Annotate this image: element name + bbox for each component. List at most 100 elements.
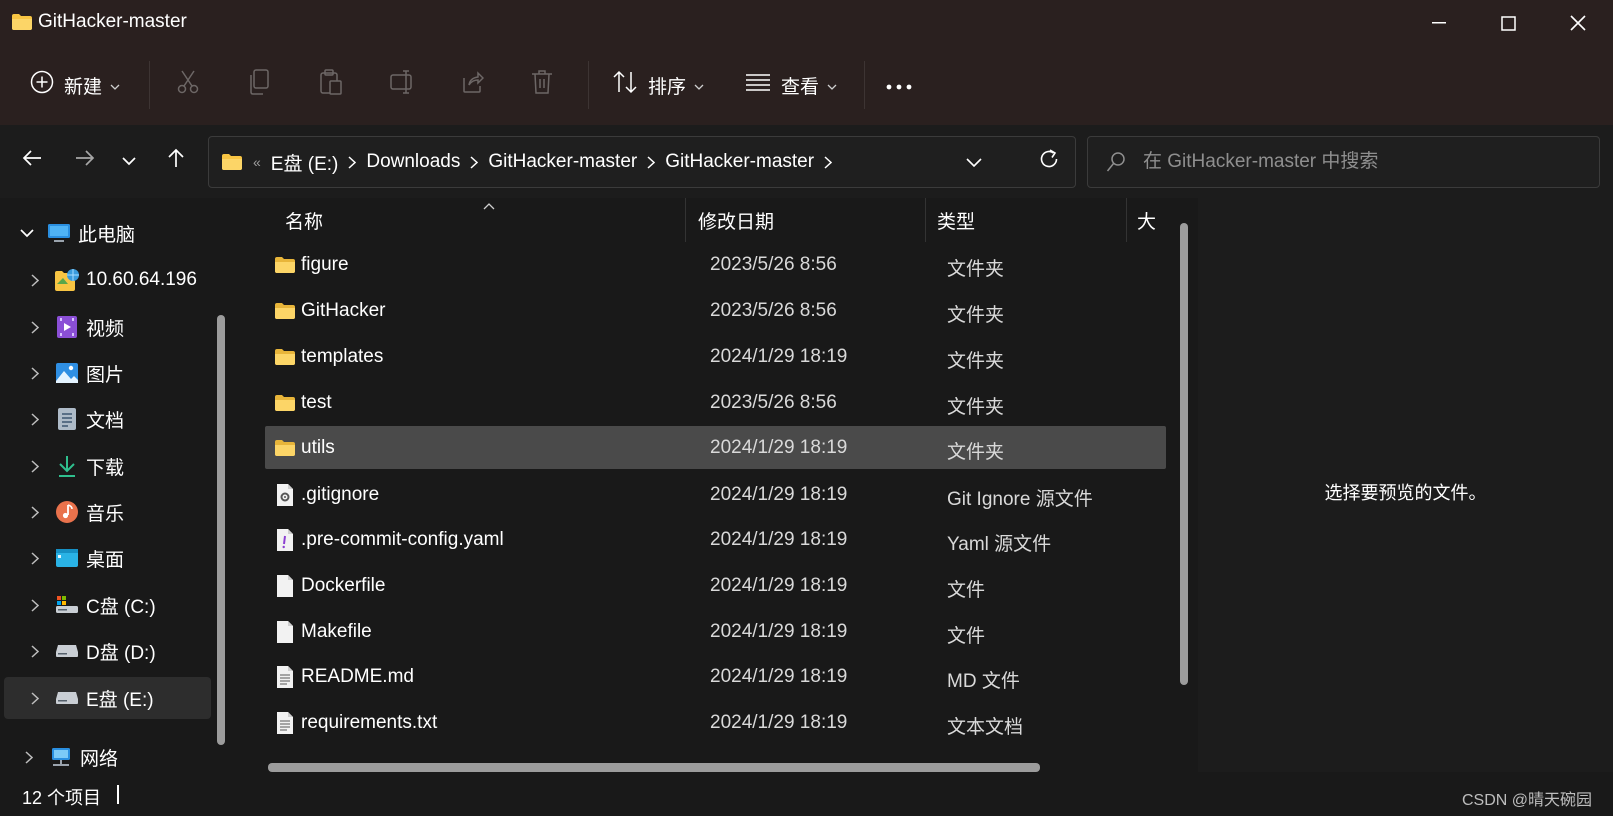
breadcrumb-item[interactable]: E盘 (E:) (271, 149, 339, 176)
nav-item-label: 文档 (86, 410, 125, 432)
nav-pane-scrollbar[interactable] (217, 315, 225, 745)
chevron-right-icon[interactable] (824, 155, 833, 169)
address-history-dropdown[interactable] (954, 137, 994, 187)
share-button[interactable] (460, 55, 485, 115)
file-type: 文件夹 (947, 305, 1005, 326)
file-list-vertical-scrollbar[interactable] (1180, 223, 1188, 685)
chevron-right-icon[interactable] (470, 155, 479, 169)
chevron-right-icon[interactable] (348, 155, 357, 169)
breadcrumb-item[interactable]: GitHacker-master (488, 151, 637, 173)
nav-item-drive-e[interactable]: E盘 (E:) (4, 677, 211, 719)
delete-button[interactable] (531, 55, 553, 115)
close-button[interactable] (1548, 6, 1608, 40)
refresh-button[interactable] (1027, 137, 1071, 187)
file-icon (274, 574, 296, 598)
breadcrumb-overflow[interactable]: « (253, 154, 261, 170)
chevron-right-icon[interactable] (22, 551, 48, 565)
file-row[interactable]: .pre-commit-config.yaml 2024/1/29 18:19 … (265, 518, 1166, 561)
nav-item-this-pc[interactable]: 此电脑 (4, 212, 211, 254)
drive-d-icon (54, 638, 80, 664)
chevron-down-icon[interactable] (14, 228, 40, 238)
nav-item-videos[interactable]: 视频 (4, 306, 211, 348)
sort-button[interactable]: 排序 (612, 55, 704, 115)
text-file-icon (274, 711, 296, 735)
toolbar-divider (864, 61, 865, 109)
column-divider[interactable] (925, 198, 926, 242)
chevron-right-icon[interactable] (647, 155, 656, 169)
rename-button[interactable] (390, 55, 416, 115)
nav-item-documents[interactable]: 文档 (4, 398, 211, 440)
chevron-right-icon[interactable] (22, 412, 48, 426)
chevron-right-icon[interactable] (16, 750, 42, 764)
file-type: 文件 (947, 626, 986, 647)
file-row[interactable]: requirements.txt 2024/1/29 18:19 文本文档 (265, 701, 1166, 744)
more-options-button[interactable] (886, 55, 912, 115)
view-button[interactable]: 查看 (745, 55, 837, 115)
minimize-button[interactable] (1409, 6, 1469, 40)
file-row-selected[interactable]: utils 2024/1/29 18:19 文件夹 (265, 426, 1166, 469)
nav-item-label: 网络 (80, 748, 119, 770)
chevron-right-icon[interactable] (22, 691, 48, 705)
view-label: 查看 (781, 76, 820, 98)
file-row[interactable]: templates 2024/1/29 18:19 文件夹 (265, 335, 1166, 378)
nav-item-music[interactable]: 音乐 (4, 491, 211, 533)
network-icon (48, 744, 74, 770)
nav-item-downloads[interactable]: 下载 (4, 445, 211, 487)
nav-item-desktop[interactable]: 桌面 (4, 537, 211, 579)
breadcrumb-item[interactable]: Downloads (366, 151, 460, 173)
recent-locations-button[interactable] (111, 143, 147, 179)
file-list-horizontal-scrollbar[interactable] (268, 763, 1040, 772)
cut-button[interactable] (176, 55, 200, 115)
back-button[interactable] (14, 143, 50, 179)
search-input[interactable] (1143, 147, 1583, 177)
file-date: 2023/5/26 8:56 (710, 392, 837, 413)
nav-item-label: 此电脑 (78, 224, 136, 246)
up-button[interactable] (158, 143, 194, 179)
nav-item-network-location[interactable]: 10.60.64.196 (4, 259, 211, 301)
column-header-row: 名称 修改日期 类型 大 (240, 198, 1176, 242)
file-row[interactable]: .gitignore 2024/1/29 18:19 Git Ignore 源文… (265, 473, 1166, 516)
chevron-down-icon (827, 74, 837, 96)
file-row[interactable]: README.md 2024/1/29 18:19 MD 文件 (265, 655, 1166, 698)
file-row[interactable]: GitHacker 2023/5/26 8:56 文件夹 (265, 289, 1166, 332)
copy-button[interactable] (248, 55, 270, 115)
file-row[interactable]: figure 2023/5/26 8:56 文件夹 (265, 243, 1166, 286)
address-bar[interactable]: « E盘 (E:) Downloads GitHacker-master Git… (208, 136, 1076, 188)
file-date: 2024/1/29 18:19 (710, 484, 848, 505)
file-name: .gitignore (301, 484, 380, 505)
column-header-name[interactable]: 名称 (285, 198, 725, 242)
file-row[interactable]: Dockerfile 2024/1/29 18:19 文件 (265, 564, 1166, 607)
chevron-right-icon[interactable] (22, 320, 48, 334)
file-row[interactable]: test 2023/5/26 8:56 文件夹 (265, 381, 1166, 424)
forward-button[interactable] (67, 143, 103, 179)
nav-item-pictures[interactable]: 图片 (4, 352, 211, 394)
new-button[interactable]: 新建 (30, 55, 120, 115)
search-box[interactable] (1087, 136, 1600, 188)
column-header-type[interactable]: 类型 (937, 198, 1117, 242)
column-divider[interactable] (1126, 198, 1127, 242)
chevron-right-icon[interactable] (22, 366, 48, 380)
file-row[interactable]: Makefile 2024/1/29 18:19 文件 (265, 610, 1166, 653)
rename-icon (390, 70, 416, 100)
nav-item-drive-d[interactable]: D盘 (D:) (4, 630, 211, 672)
chevron-right-icon[interactable] (22, 273, 48, 287)
chevron-right-icon[interactable] (22, 598, 48, 612)
chevron-right-icon[interactable] (22, 644, 48, 658)
drive-c-icon (54, 592, 80, 618)
paste-button[interactable] (319, 55, 343, 115)
maximize-button[interactable] (1478, 6, 1538, 40)
breadcrumb-item[interactable]: GitHacker-master (665, 151, 814, 173)
file-type: 文件 (947, 580, 986, 601)
file-date: 2024/1/29 18:19 (710, 437, 848, 458)
nav-item-drive-c[interactable]: C盘 (C:) (4, 584, 211, 626)
column-divider[interactable] (685, 198, 686, 242)
breadcrumb: « E盘 (E:) Downloads GitHacker-master Git… (221, 137, 842, 187)
plus-circle-icon (30, 70, 54, 100)
chevron-right-icon[interactable] (22, 459, 48, 473)
column-header-size[interactable]: 大 (1137, 198, 1176, 242)
nav-item-network[interactable]: 网络 (4, 736, 211, 772)
file-name: figure (301, 254, 349, 275)
column-header-date[interactable]: 修改日期 (698, 198, 918, 242)
chevron-right-icon[interactable] (22, 505, 48, 519)
more-icon (886, 74, 912, 96)
